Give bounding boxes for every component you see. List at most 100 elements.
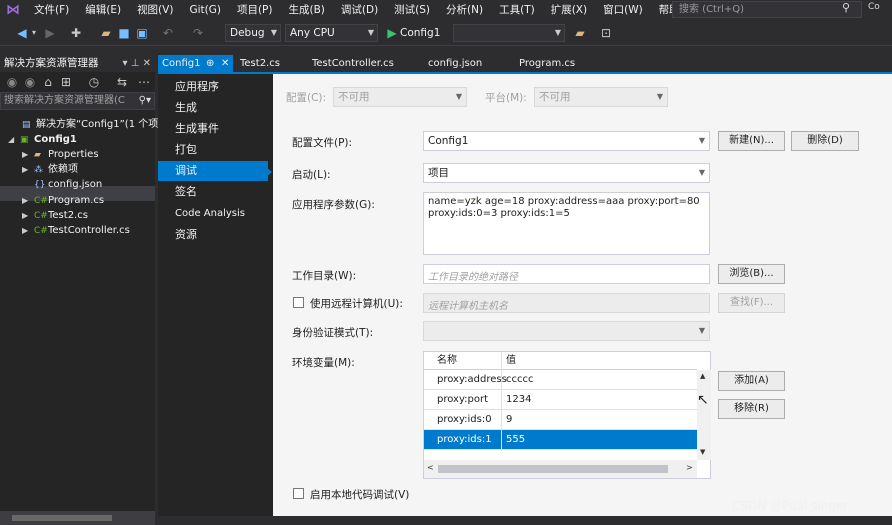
- menu-debug[interactable]: 调试(D): [333, 0, 386, 20]
- screenshot-icon[interactable]: ⊡: [598, 25, 614, 41]
- search-icon[interactable]: ⚲▾: [139, 93, 151, 109]
- launch-profile-dropdown[interactable]: Config1 ▼: [423, 131, 710, 151]
- env-value-cell[interactable]: ccccc: [502, 370, 534, 390]
- scrollbar-thumb[interactable]: [12, 515, 112, 521]
- table-row[interactable]: proxy:ids:0 9: [424, 410, 697, 430]
- add-env-button[interactable]: 添加(A): [718, 371, 785, 391]
- menu-project[interactable]: 项目(P): [229, 0, 281, 20]
- nav-code-analysis[interactable]: Code Analysis: [158, 204, 273, 224]
- global-search-input[interactable]: 搜索 (Ctrl+Q): [672, 1, 862, 18]
- table-row[interactable]: proxy:address ccccc: [424, 370, 697, 390]
- pin-icon[interactable]: ⊕: [206, 55, 214, 72]
- solution-configuration-dropdown[interactable]: Debug ▼: [225, 24, 281, 42]
- remove-env-button[interactable]: 移除(R): [718, 399, 785, 419]
- menu-test[interactable]: 测试(S): [386, 0, 438, 20]
- tree-item[interactable]: ▶ C#Test2.cs: [22, 208, 88, 223]
- debug-target-dropdown[interactable]: ▼: [453, 24, 565, 42]
- env-name-cell[interactable]: proxy:ids:0: [434, 410, 502, 430]
- nav-resources[interactable]: 资源: [158, 225, 273, 245]
- delete-profile-button[interactable]: 删除(D): [791, 131, 859, 151]
- column-header-name[interactable]: 名称: [434, 352, 502, 370]
- switch-views-icon[interactable]: ⊞: [58, 74, 74, 90]
- expander-icon[interactable]: ▶: [22, 223, 34, 238]
- menu-analyze[interactable]: 分析(N): [438, 0, 491, 20]
- grid-vertical-scrollbar[interactable]: ▲ ▼: [697, 370, 711, 460]
- forward-icon[interactable]: ◉: [22, 74, 38, 90]
- menu-window[interactable]: 窗口(W): [595, 0, 651, 20]
- pin-icon[interactable]: ▾ ⊥ ✕: [123, 55, 151, 72]
- tree-item[interactable]: ▶ ⁂ 依赖项: [22, 162, 78, 177]
- nav-build[interactable]: 生成: [158, 98, 273, 118]
- nav-package[interactable]: 打包: [158, 140, 273, 160]
- more-icon[interactable]: ⋯: [136, 74, 152, 90]
- env-value-cell[interactable]: 9: [502, 410, 512, 430]
- tree-item[interactable]: ◢ ▣ Config1: [8, 132, 77, 147]
- save-icon[interactable]: ■: [116, 25, 132, 41]
- nav-debug[interactable]: 调试: [158, 161, 268, 181]
- expander-icon[interactable]: ▶: [22, 147, 34, 162]
- tree-item[interactable]: ▶ ▰ Properties: [22, 147, 99, 162]
- back-icon[interactable]: ◉: [4, 74, 20, 90]
- env-value-cell[interactable]: 1234: [502, 390, 531, 410]
- env-value-cell[interactable]: 555: [502, 430, 525, 450]
- expander-icon[interactable]: ▶: [22, 162, 34, 177]
- menu-edit[interactable]: 编辑(E): [77, 0, 129, 20]
- scrollbar-thumb[interactable]: [438, 465, 668, 473]
- tree-item[interactable]: ▶ C#Program.cs: [22, 193, 104, 208]
- start-debug-icon[interactable]: ▶: [384, 25, 400, 41]
- folder-icon[interactable]: ▰: [572, 25, 588, 41]
- new-profile-button[interactable]: 新建(N)...: [718, 131, 785, 151]
- forward-icon[interactable]: ▶: [42, 25, 58, 41]
- expander-icon[interactable]: ▶: [22, 208, 34, 223]
- home-icon[interactable]: ⌂: [40, 74, 56, 90]
- tab-config-json[interactable]: config.json: [424, 55, 482, 72]
- expander-icon[interactable]: ▶: [22, 193, 34, 208]
- pending-changes-filter-icon[interactable]: ◷: [86, 74, 102, 90]
- save-all-icon[interactable]: ▣: [134, 25, 150, 41]
- search-icon[interactable]: ⚲: [842, 1, 850, 14]
- expander-icon[interactable]: ◢: [8, 132, 20, 147]
- find-button[interactable]: 查找(F)...: [718, 293, 785, 313]
- horizontal-scrollbar[interactable]: [0, 511, 155, 525]
- menu-extensions[interactable]: 扩展(X): [543, 0, 595, 20]
- remote-machine-checkbox[interactable]: [293, 297, 304, 308]
- browse-button[interactable]: 浏览(B)...: [718, 264, 785, 284]
- new-project-icon[interactable]: ✚: [68, 25, 84, 41]
- column-header-value[interactable]: 值: [502, 352, 516, 370]
- scroll-up-icon[interactable]: ▲: [700, 372, 705, 380]
- nav-build-events[interactable]: 生成事件: [158, 119, 273, 139]
- table-row-selected[interactable]: proxy:ids:1 555: [424, 430, 697, 450]
- auth-mode-dropdown[interactable]: ▼: [423, 321, 710, 341]
- nav-signing[interactable]: 签名: [158, 182, 273, 202]
- grid-horizontal-scrollbar[interactable]: < >: [424, 460, 697, 478]
- tab-test2[interactable]: Test2.cs: [236, 55, 280, 72]
- app-arguments-input[interactable]: name=yzk age=18 proxy:address=aaa proxy:…: [423, 192, 710, 255]
- scroll-right-icon[interactable]: >: [686, 463, 693, 472]
- dropdown-arrow-icon[interactable]: ▾: [26, 25, 42, 41]
- redo-icon[interactable]: ↷: [190, 25, 206, 41]
- scroll-left-icon[interactable]: <: [427, 463, 434, 472]
- tree-item[interactable]: ▤ 解决方案“Config1”(1 个项目: [10, 117, 168, 132]
- tree-item[interactable]: ▶ C#TestController.cs: [22, 223, 130, 238]
- native-debug-checkbox[interactable]: [293, 488, 304, 499]
- scroll-down-icon[interactable]: ▼: [700, 448, 705, 456]
- env-variables-grid[interactable]: 名称 值 proxy:address ccccc proxy:port 1234…: [423, 351, 711, 479]
- env-name-cell[interactable]: proxy:port: [434, 390, 502, 410]
- remote-machine-input[interactable]: 远程计算机主机名: [423, 293, 710, 313]
- working-directory-input[interactable]: 工作目录的绝对路径: [423, 264, 710, 284]
- table-row[interactable]: proxy:port 1234: [424, 390, 697, 410]
- launch-dropdown[interactable]: 项目 ▼: [423, 163, 710, 183]
- menu-file[interactable]: 文件(F): [26, 0, 77, 20]
- sync-icon[interactable]: ⇆: [114, 74, 130, 90]
- open-folder-icon[interactable]: ▰: [98, 25, 114, 41]
- tab-config1[interactable]: Config1 ⊕ ✕: [158, 55, 233, 72]
- visual-studio-logo-icon[interactable]: ⋈: [0, 0, 26, 20]
- menu-build[interactable]: 生成(B): [280, 0, 332, 20]
- nav-application[interactable]: 应用程序: [158, 77, 273, 97]
- start-debug-target[interactable]: Config1: [400, 25, 440, 41]
- env-name-cell[interactable]: proxy:ids:1: [434, 430, 502, 450]
- tree-item[interactable]: {} config.json: [22, 177, 102, 192]
- tab-testcontroller[interactable]: TestController.cs: [308, 55, 394, 72]
- live-share-badge[interactable]: Co: [868, 2, 892, 18]
- menu-git[interactable]: Git(G): [181, 0, 229, 20]
